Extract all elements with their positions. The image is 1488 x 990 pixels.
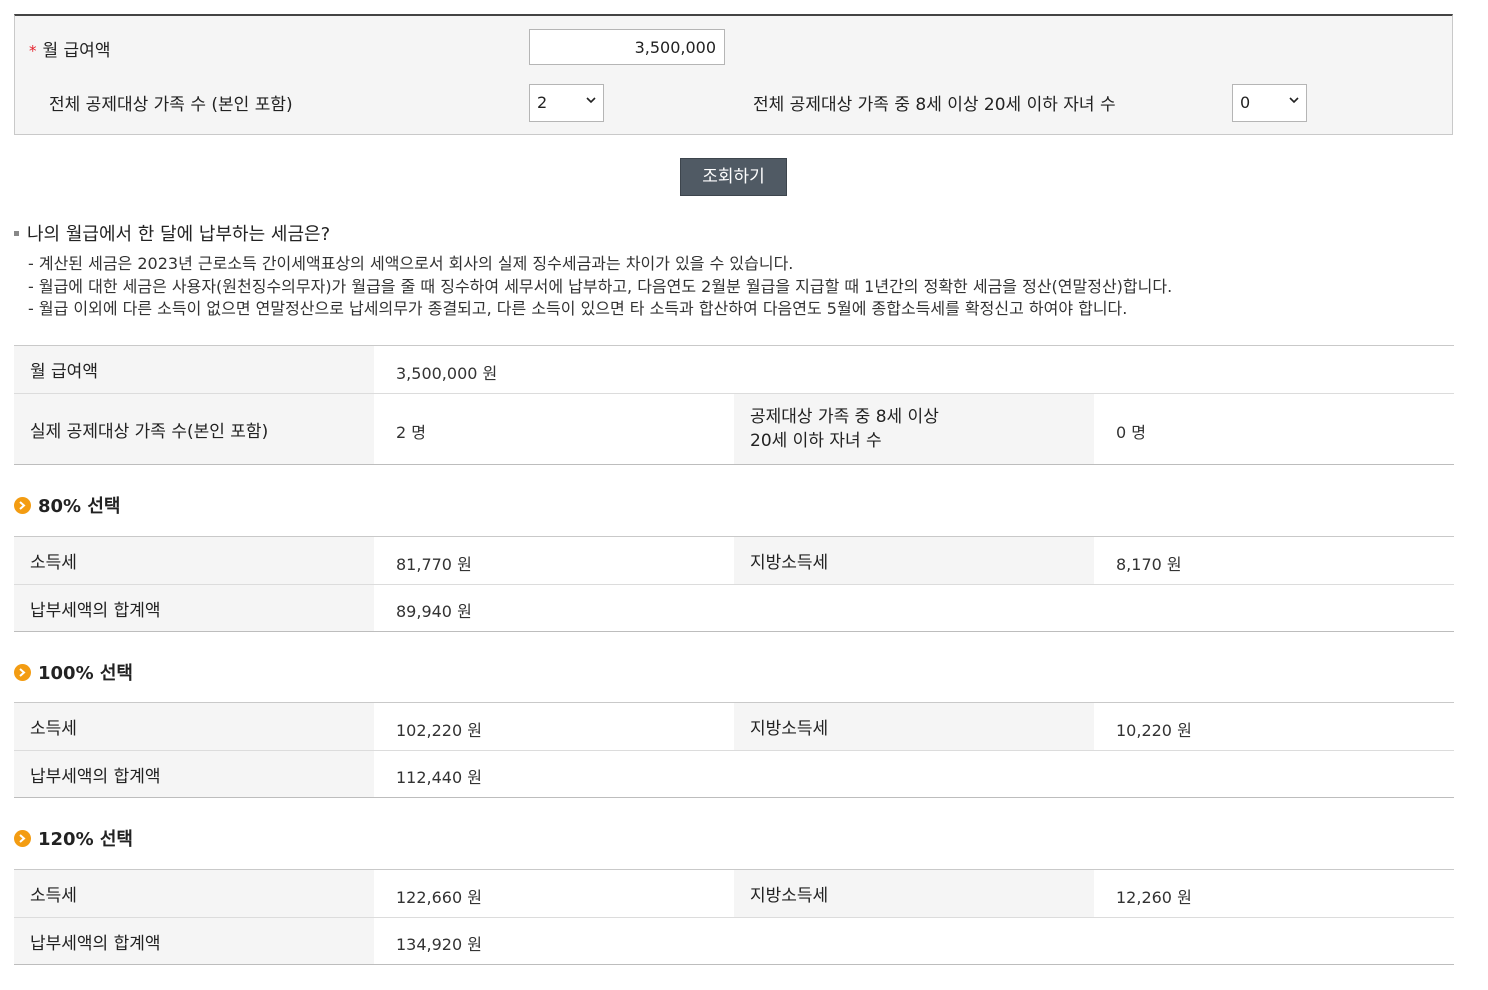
income-tax-header: 소득세 bbox=[14, 536, 374, 585]
option-120-table: 소득세 122,660 원 지방소득세 12,260 원 납부세액의 합계액 1… bbox=[14, 869, 1454, 965]
table-row: 납부세액의 합계액 112,440 원 bbox=[14, 750, 1454, 798]
family-count-header: 실제 공제대상 가족 수(본인 포함) bbox=[14, 393, 374, 465]
income-tax-value: 81,770 원 bbox=[374, 536, 734, 585]
total-value: 89,940 원 bbox=[374, 584, 1454, 632]
chevron-down-icon bbox=[586, 97, 596, 104]
chevron-right-circle-icon bbox=[14, 663, 31, 681]
result-notes: - 계산된 세금은 2023년 근로소득 간이세액표상의 세액으로서 회사의 실… bbox=[28, 253, 1172, 321]
table-row: 납부세액의 합계액 134,920 원 bbox=[14, 917, 1454, 965]
local-tax-header: 지방소득세 bbox=[734, 869, 1094, 918]
children-count-header: 공제대상 가족 중 8세 이상 20세 이하 자녀 수 bbox=[734, 393, 1094, 465]
search-button[interactable]: 조회하기 bbox=[680, 158, 787, 196]
table-row: 납부세액의 합계액 89,940 원 bbox=[14, 584, 1454, 632]
total-value: 112,440 원 bbox=[374, 750, 1454, 798]
chevron-right-circle-icon bbox=[14, 496, 31, 514]
children-count-value: 0 명 bbox=[1094, 393, 1455, 465]
option-80-title: 80% 선택 bbox=[14, 492, 120, 518]
income-tax-value: 122,660 원 bbox=[374, 869, 734, 918]
note-line: - 월급 이외에 다른 소득이 없으면 연말정산으로 납세의무가 종결되고, 다… bbox=[28, 299, 1128, 318]
required-mark: * bbox=[29, 42, 37, 60]
table-row: 실제 공제대상 가족 수(본인 포함) 2 명 공제대상 가족 중 8세 이상 … bbox=[14, 393, 1455, 465]
family-count-label: 전체 공제대상 가족 수 (본인 포함) bbox=[49, 95, 293, 115]
local-tax-value: 12,260 원 bbox=[1094, 869, 1454, 918]
total-header: 납부세액의 합계액 bbox=[14, 917, 374, 965]
chevron-down-icon bbox=[1289, 97, 1299, 104]
local-tax-header: 지방소득세 bbox=[734, 536, 1094, 585]
option-120-title: 120% 선택 bbox=[14, 825, 133, 851]
salary-label: * 월 급여액 bbox=[29, 41, 111, 61]
chevron-right-circle-icon bbox=[14, 829, 31, 847]
local-tax-value: 10,220 원 bbox=[1094, 702, 1454, 751]
table-row: 소득세 102,220 원 지방소득세 10,220 원 bbox=[14, 702, 1454, 751]
salary-value: 3,500,000 원 bbox=[374, 345, 1455, 394]
summary-table: 월 급여액 3,500,000 원 실제 공제대상 가족 수(본인 포함) 2 … bbox=[14, 345, 1455, 465]
table-row: 소득세 122,660 원 지방소득세 12,260 원 bbox=[14, 869, 1454, 918]
result-title: 나의 월급에서 한 달에 납부하는 세금은? bbox=[14, 220, 330, 246]
salary-header: 월 급여액 bbox=[14, 345, 374, 394]
income-tax-header: 소득세 bbox=[14, 869, 374, 918]
children-count-label: 전체 공제대상 가족 중 8세 이상 20세 이하 자녀 수 bbox=[753, 95, 1116, 115]
total-header: 납부세액의 합계액 bbox=[14, 584, 374, 632]
children-count-select[interactable]: 0 bbox=[1232, 84, 1307, 122]
note-line: - 월급에 대한 세금은 사용자(원천징수의무자)가 월급을 줄 때 징수하여 … bbox=[28, 276, 1173, 296]
option-100-title: 100% 선택 bbox=[14, 659, 133, 685]
table-row: 소득세 81,770 원 지방소득세 8,170 원 bbox=[14, 536, 1454, 585]
input-form: *월 급여액 전체 공제대상 가족 수 (본인 포함) 2 전체 공제대상 가족… bbox=[14, 14, 1453, 135]
total-value: 134,920 원 bbox=[374, 917, 1454, 965]
salary-input[interactable] bbox=[529, 29, 725, 65]
option-80-table: 소득세 81,770 원 지방소득세 8,170 원 납부세액의 합계액 89,… bbox=[14, 536, 1454, 632]
square-bullet-icon bbox=[14, 230, 19, 236]
note-line: - 계산된 세금은 2023년 근로소득 간이세액표상의 세액으로서 회사의 실… bbox=[28, 254, 794, 273]
option-100-table: 소득세 102,220 원 지방소득세 10,220 원 납부세액의 합계액 1… bbox=[14, 702, 1454, 798]
family-count-select[interactable]: 2 bbox=[529, 84, 604, 122]
income-tax-value: 102,220 원 bbox=[374, 702, 734, 751]
local-tax-value: 8,170 원 bbox=[1094, 536, 1454, 585]
income-tax-header: 소득세 bbox=[14, 702, 374, 751]
total-header: 납부세액의 합계액 bbox=[14, 750, 374, 798]
local-tax-header: 지방소득세 bbox=[734, 702, 1094, 751]
family-count-value: 2 명 bbox=[374, 393, 734, 465]
table-row: 월 급여액 3,500,000 원 bbox=[14, 345, 1455, 394]
